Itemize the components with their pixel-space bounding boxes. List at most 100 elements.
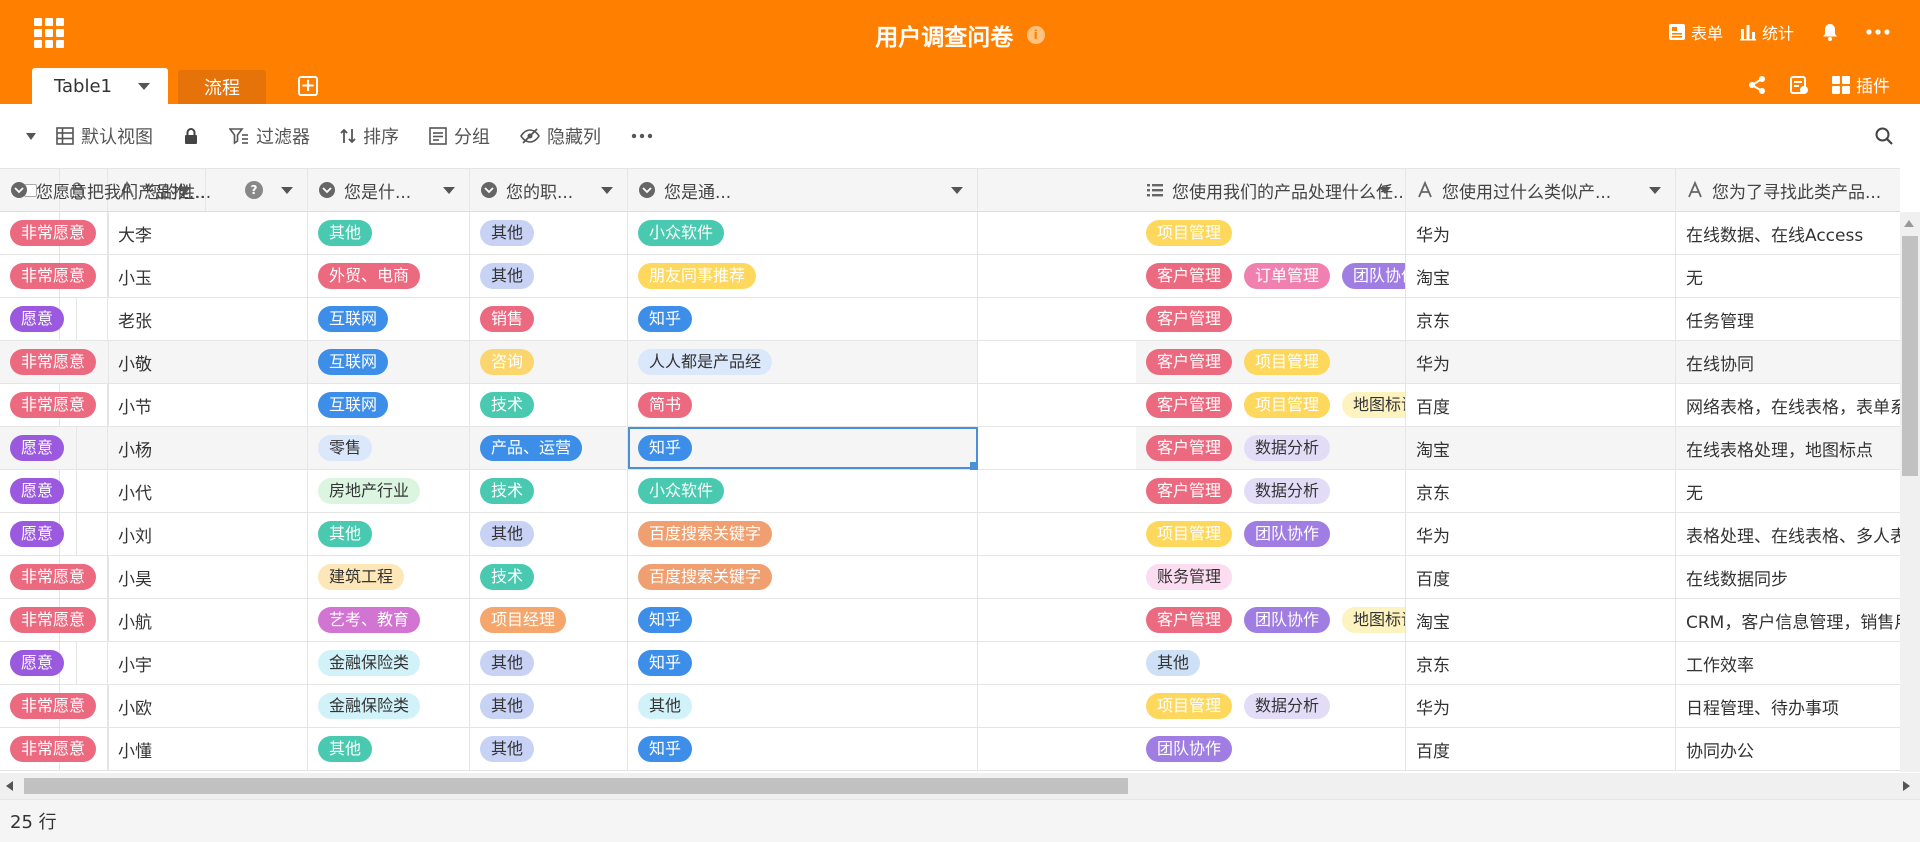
- grid-cell[interactable]: 任务管理: [1676, 298, 1900, 340]
- grid-cell[interactable]: 客户管理项目管理地图标记: [1136, 384, 1406, 426]
- table-row[interactable]: 9小昊建筑工程技术百度搜索关键字账务管理百度在线数据同步非常愿意: [0, 556, 1900, 599]
- add-table-icon[interactable]: +: [298, 76, 318, 96]
- lock-view-button[interactable]: [183, 127, 199, 145]
- selected-cell[interactable]: 知乎: [628, 427, 978, 470]
- grid-cell[interactable]: 协同办公: [1676, 728, 1900, 770]
- grid-cell[interactable]: 房地产行业: [308, 470, 470, 512]
- grid-cell[interactable]: CRM，客户信息管理，销售用: [1676, 599, 1900, 641]
- column-header[interactable]: 您是通...: [628, 169, 978, 211]
- grid-cell[interactable]: 互联网: [308, 384, 470, 426]
- grid-cell[interactable]: 在线数据、在线Access: [1676, 212, 1900, 254]
- grid-cell[interactable]: 团队协作: [1136, 728, 1406, 770]
- grid-cell[interactable]: 小敬: [108, 341, 308, 383]
- help-icon[interactable]: ?: [245, 181, 263, 199]
- grid-cell[interactable]: 非常愿意: [0, 685, 110, 727]
- grid-cell[interactable]: 其他: [470, 685, 628, 727]
- grid-cell[interactable]: 非常愿意: [0, 384, 110, 426]
- column-header[interactable]: 您的职...: [470, 169, 628, 211]
- grid-cell[interactable]: 技术: [470, 470, 628, 512]
- grid-cell[interactable]: 客户管理订单管理团队协作: [1136, 255, 1406, 297]
- grid-cell[interactable]: 华为: [1406, 513, 1676, 555]
- grid-cell[interactable]: 华为: [1406, 212, 1676, 254]
- grid-cell[interactable]: 知乎: [628, 642, 978, 684]
- grid-cell[interactable]: 华为: [1406, 341, 1676, 383]
- vertical-scrollbar[interactable]: [1900, 212, 1920, 772]
- view-menu-chevron-icon[interactable]: [26, 132, 36, 140]
- grid-cell[interactable]: 愿意: [0, 642, 78, 684]
- sort-button[interactable]: 排序: [340, 123, 399, 149]
- horizontal-scroll-thumb[interactable]: [24, 778, 1128, 794]
- grid-cell[interactable]: 小航: [108, 599, 308, 641]
- grid-cell[interactable]: 愿意: [0, 298, 78, 340]
- grid-cell[interactable]: 简书: [628, 384, 978, 426]
- table-row[interactable]: 12小欧金融保险类其他其他项目管理数据分析华为日程管理、待办事项非常愿意: [0, 685, 1900, 728]
- grid-cell[interactable]: 其他: [470, 728, 628, 770]
- grid-cell[interactable]: 小代: [108, 470, 308, 512]
- grid-cell[interactable]: 其他: [308, 728, 470, 770]
- grid-cell[interactable]: 技术: [470, 384, 628, 426]
- grid-cell[interactable]: 小刘: [108, 513, 308, 555]
- grid-cell[interactable]: 非常愿意: [0, 728, 110, 770]
- grid-cell[interactable]: 项目管理 数据分析: [1136, 685, 1406, 727]
- grid-cell[interactable]: 非常愿意: [0, 556, 110, 598]
- chevron-down-icon[interactable]: [138, 82, 150, 90]
- table-row[interactable]: 6小杨零售产品、运营知乎客户管理数据分析淘宝在线表格处理，地图标点愿意: [0, 427, 1900, 470]
- grid-cell[interactable]: 其他: [470, 255, 628, 297]
- plugins-button[interactable]: 插件: [1831, 72, 1890, 97]
- grid-cell[interactable]: 其他: [308, 212, 470, 254]
- grid-cell[interactable]: 日程管理、待办事项: [1676, 685, 1900, 727]
- grid-cell[interactable]: 小众软件: [628, 470, 978, 512]
- grid-cell[interactable]: 互联网: [308, 298, 470, 340]
- grid-cell[interactable]: 金融保险类: [308, 685, 470, 727]
- filter-button[interactable]: 过滤器: [229, 123, 310, 149]
- toolbar-more-button[interactable]: [631, 133, 653, 139]
- grid-cell[interactable]: 百度: [1406, 384, 1676, 426]
- column-header[interactable]: 您愿意把我们产品推...: [0, 169, 207, 211]
- grid-cell[interactable]: 老张: [108, 298, 308, 340]
- grid-cell[interactable]: 无: [1676, 470, 1900, 512]
- grid-cell[interactable]: 知乎: [628, 599, 978, 641]
- column-menu-chevron-icon[interactable]: [179, 187, 192, 194]
- grid-cell[interactable]: 小众软件: [628, 212, 978, 254]
- grid-cell[interactable]: 其他: [628, 685, 978, 727]
- grid-cell[interactable]: 其他: [470, 642, 628, 684]
- grid-cell[interactable]: 淘宝: [1406, 599, 1676, 641]
- grid-cell[interactable]: 在线数据同步: [1676, 556, 1900, 598]
- scroll-right-icon[interactable]: [1903, 781, 1910, 791]
- table-settings-icon[interactable]: [1789, 75, 1809, 95]
- grid-cell[interactable]: 其他: [470, 513, 628, 555]
- column-menu-chevron-icon[interactable]: [951, 187, 963, 194]
- grid-cell[interactable]: 网络表格，在线表格，表单系: [1676, 384, 1900, 426]
- grid-cell[interactable]: 百度搜索关键字: [628, 513, 978, 555]
- grid-cell[interactable]: 小宇: [108, 642, 308, 684]
- tab-flow[interactable]: 流程: [178, 70, 266, 104]
- search-icon[interactable]: [1874, 126, 1894, 146]
- grid-cell[interactable]: 客户管理 项目管理: [1136, 341, 1406, 383]
- table-row[interactable]: 10小航艺考、教育项目经理知乎客户管理团队协作地图标记淘宝CRM，客户信息管理，…: [0, 599, 1900, 642]
- grid-cell[interactable]: 愿意: [0, 427, 78, 469]
- table-row[interactable]: 7小代房地产行业技术小众软件客户管理数据分析京东无愿意: [0, 470, 1900, 513]
- grid-cell[interactable]: 淘宝: [1406, 427, 1676, 469]
- tab-table1[interactable]: Table1: [32, 68, 168, 104]
- grid-cell[interactable]: 京东: [1406, 642, 1676, 684]
- table-row[interactable]: 13小懂其他其他知乎团队协作百度协同办公非常愿意: [0, 728, 1900, 771]
- form-button[interactable]: 表单: [1668, 20, 1723, 44]
- column-header[interactable]: 您使用过什么类似产...: [1406, 169, 1676, 211]
- grid-cell[interactable]: 淘宝: [1406, 255, 1676, 297]
- grid-cell[interactable]: 客户管理 数据分析: [1136, 470, 1406, 512]
- grid-cell[interactable]: 外贸、电商: [308, 255, 470, 297]
- grid-cell[interactable]: 其他: [308, 513, 470, 555]
- column-menu-chevron-icon[interactable]: [443, 187, 455, 194]
- column-menu-chevron-icon[interactable]: [1379, 187, 1391, 194]
- grid-cell[interactable]: 艺考、教育: [308, 599, 470, 641]
- grid-cell[interactable]: 金融保险类: [308, 642, 470, 684]
- grid-cell[interactable]: 无: [1676, 255, 1900, 297]
- table-row[interactable]: 小敬 互联网 咨询 人人都是产品经 客户管理 项目管理 华为 在线协同 非常愿意: [0, 341, 1900, 384]
- grid-cell[interactable]: 小节: [108, 384, 308, 426]
- grid-cell[interactable]: 建筑工程: [308, 556, 470, 598]
- grid-cell[interactable]: 销售: [470, 298, 628, 340]
- grid-cell[interactable]: 朋友同事推荐: [628, 255, 978, 297]
- column-header[interactable]: 您为了寻找此类产品...: [1676, 169, 1900, 211]
- grid-cell[interactable]: 其他: [1136, 642, 1406, 684]
- grid-cell[interactable]: 客户管理 数据分析: [1136, 427, 1406, 469]
